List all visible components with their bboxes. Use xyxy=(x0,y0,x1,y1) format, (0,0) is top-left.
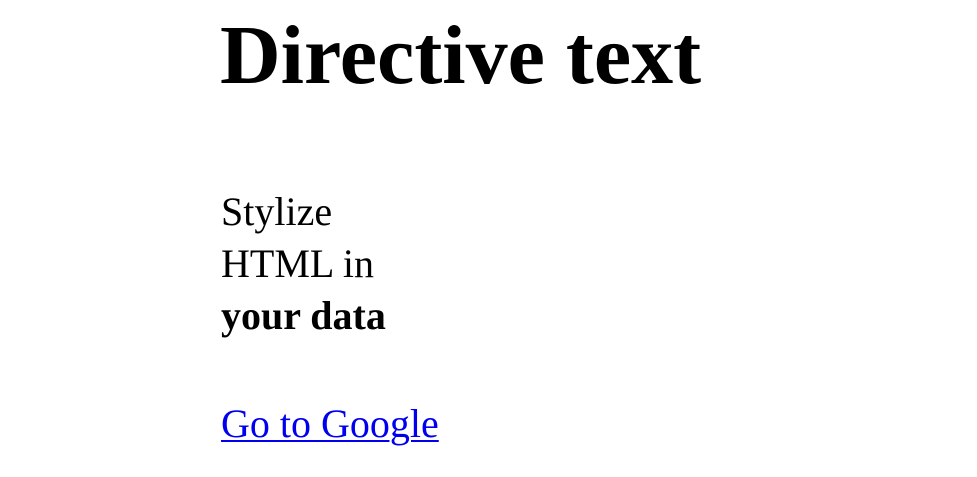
page-heading: Directive text xyxy=(220,9,702,102)
page: Directive text Stylize HTML in your data… xyxy=(0,0,977,477)
go-to-google-link[interactable]: Go to Google xyxy=(221,398,439,450)
directive-paragraph: Stylize HTML in your data xyxy=(221,186,386,342)
paragraph-bold-your-data: your data xyxy=(221,293,386,338)
paragraph-line-stylize: Stylize xyxy=(221,189,333,234)
paragraph-line-html-in: HTML in xyxy=(221,241,374,286)
